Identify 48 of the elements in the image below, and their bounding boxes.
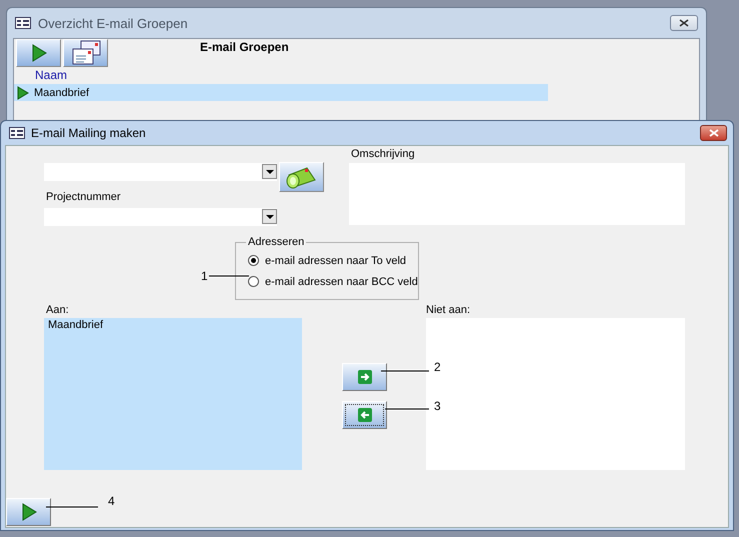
envelopes-icon xyxy=(70,40,100,66)
radio-option[interactable]: e-mail adressen naar To veld xyxy=(248,250,418,271)
group-label: Adresseren xyxy=(247,236,306,248)
window-title: Overzicht E-mail Groepen xyxy=(38,16,188,30)
close-icon xyxy=(708,129,718,137)
form-icon xyxy=(9,127,25,139)
radio-button[interactable] xyxy=(248,255,259,266)
record-row[interactable]: Maandbrief xyxy=(14,84,548,101)
record-name: Maandbrief xyxy=(34,86,90,98)
close-button[interactable] xyxy=(700,125,727,141)
recipient-list[interactable]: Maandbrief xyxy=(44,318,302,470)
right-arrow-icon xyxy=(358,370,372,384)
record-selector-icon xyxy=(17,86,29,100)
caret-icon xyxy=(266,170,274,174)
run-button[interactable] xyxy=(16,39,61,67)
callout-number: 1 xyxy=(201,269,208,283)
email-button[interactable] xyxy=(63,39,108,67)
form-heading: E-mail Groepen xyxy=(200,40,289,54)
play-icon xyxy=(30,44,46,62)
list-label: Aan: xyxy=(46,304,69,316)
callout-number: 3 xyxy=(434,399,441,413)
field-label: Projectnummer xyxy=(46,191,121,203)
window-title: E-mail Mailing maken xyxy=(31,126,146,140)
form-icon xyxy=(15,17,31,29)
play-icon xyxy=(20,503,36,521)
dropdown-button[interactable] xyxy=(262,164,277,179)
list-item[interactable]: Maandbrief xyxy=(44,318,302,332)
caret-icon xyxy=(266,214,274,218)
dropdown-button[interactable] xyxy=(262,209,277,224)
leader-line xyxy=(385,408,429,410)
list-label: Niet aan: xyxy=(426,304,470,316)
radio-option[interactable]: e-mail adressen naar BCC veld xyxy=(248,271,418,292)
run-button[interactable] xyxy=(6,498,51,526)
leader-line xyxy=(381,370,429,372)
leader-line xyxy=(209,275,249,277)
move-left-button[interactable] xyxy=(342,401,387,429)
flashlight-icon xyxy=(284,165,318,189)
radio-button[interactable] xyxy=(248,276,259,287)
leader-line xyxy=(46,506,98,508)
close-icon xyxy=(679,19,689,27)
close-button[interactable] xyxy=(670,15,698,31)
callout-number: 2 xyxy=(434,360,441,374)
callout-number: 4 xyxy=(108,494,115,508)
field-label: Omschrijving xyxy=(351,148,415,160)
left-arrow-icon xyxy=(358,408,372,422)
column-header: Naam xyxy=(34,67,68,84)
find-button[interactable] xyxy=(279,162,324,192)
move-right-button[interactable] xyxy=(342,363,387,391)
